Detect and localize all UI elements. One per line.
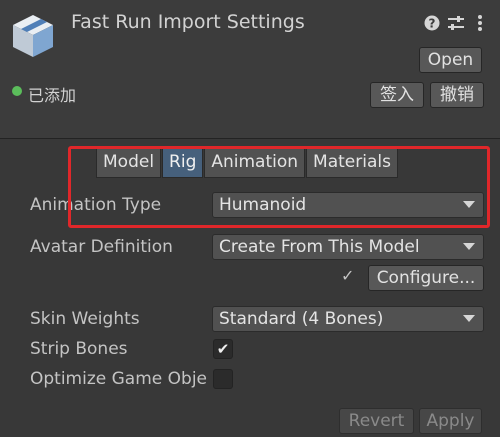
checkin-button[interactable]: 签入 xyxy=(370,82,424,108)
animation-type-dropdown[interactable]: Humanoid xyxy=(212,192,484,218)
more-icon[interactable] xyxy=(476,14,484,32)
skin-weights-dropdown[interactable]: Standard (4 Bones) xyxy=(212,306,484,332)
tab-model[interactable]: Model xyxy=(96,146,162,178)
avatar-definition-value: Create From This Model xyxy=(219,237,420,257)
vcs-status-text: 已添加 xyxy=(28,86,77,105)
revert-button[interactable]: Revert xyxy=(339,408,414,434)
import-tabs: Model Rig Animation Materials xyxy=(96,146,399,178)
preset-icon[interactable] xyxy=(447,15,465,31)
skin-weights-value: Standard (4 Bones) xyxy=(219,309,384,329)
optimize-game-objects-checkbox[interactable] xyxy=(213,369,233,389)
strip-bones-checkbox[interactable]: ✔ xyxy=(213,339,233,359)
revert-vcs-button[interactable]: 撤销 xyxy=(430,82,484,108)
animation-type-value: Humanoid xyxy=(219,195,307,215)
avatar-valid-check-icon: ✓ xyxy=(341,266,355,285)
tab-materials[interactable]: Materials xyxy=(306,146,398,178)
dropdown-arrow-icon xyxy=(463,315,475,322)
inspector-title: Fast Run Import Settings xyxy=(71,11,305,33)
svg-text:?: ? xyxy=(429,17,436,31)
avatar-definition-label: Avatar Definition xyxy=(30,237,173,257)
tab-rig[interactable]: Rig xyxy=(162,146,204,178)
help-icon[interactable]: ? xyxy=(424,15,440,31)
asset-cube-icon xyxy=(13,15,53,57)
avatar-definition-dropdown[interactable]: Create From This Model xyxy=(212,234,484,260)
dropdown-arrow-icon xyxy=(463,243,475,250)
configure-button[interactable]: Configure... xyxy=(368,265,484,291)
tab-animation[interactable]: Animation xyxy=(204,146,306,178)
status-added-icon xyxy=(12,86,22,96)
open-button[interactable]: Open xyxy=(419,47,482,73)
dropdown-arrow-icon xyxy=(463,201,475,208)
skin-weights-label: Skin Weights xyxy=(30,309,140,329)
strip-bones-label: Strip Bones xyxy=(30,339,128,359)
checkmark-icon: ✔ xyxy=(216,340,230,358)
apply-button[interactable]: Apply xyxy=(419,408,482,434)
animation-type-label: Animation Type xyxy=(30,195,162,215)
optimize-game-objects-label: Optimize Game Obje xyxy=(30,369,207,389)
